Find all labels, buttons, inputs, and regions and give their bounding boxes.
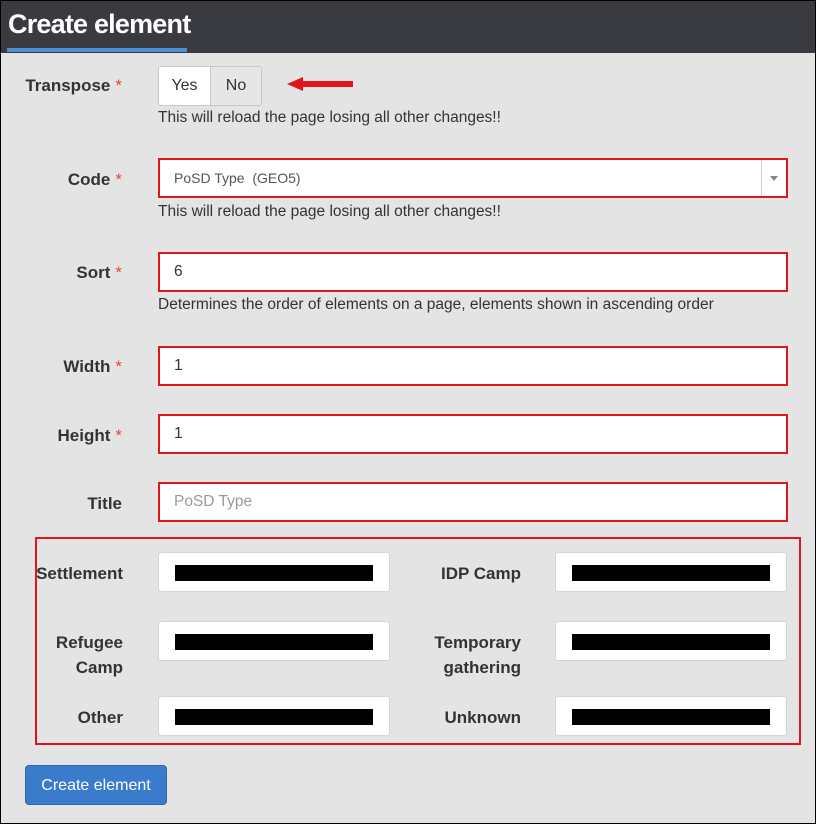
- sort-label: Sort *: [76, 263, 122, 283]
- redacted-value: [175, 565, 373, 581]
- option-input-temporary-gathering[interactable]: [555, 621, 787, 661]
- left-arrow-icon: [287, 77, 353, 91]
- required-marker: *: [115, 170, 122, 189]
- height-input[interactable]: 1: [158, 414, 788, 454]
- code-select[interactable]: PoSD Type (GEO5): [158, 158, 788, 198]
- height-value: 1: [174, 425, 183, 442]
- option-label-line: Refugee: [55, 633, 123, 652]
- height-label: Height *: [57, 426, 122, 446]
- code-label: Code *: [68, 170, 122, 190]
- chevron-down-icon[interactable]: [770, 176, 778, 181]
- transpose-label-text: Transpose: [25, 76, 111, 95]
- code-help: This will reload the page losing all oth…: [158, 203, 501, 220]
- page-header: Create element: [1, 1, 815, 53]
- title-placeholder: PoSD Type: [174, 493, 253, 510]
- transpose-help: This will reload the page losing all oth…: [158, 109, 501, 126]
- sort-help: Determines the order of elements on a pa…: [158, 296, 714, 313]
- required-marker: *: [115, 263, 122, 282]
- redacted-value: [175, 634, 373, 650]
- sort-label-text: Sort: [76, 263, 111, 282]
- option-input-settlement[interactable]: [158, 552, 390, 592]
- sort-value: 6: [174, 263, 183, 280]
- code-select-value: PoSD Type (GEO5): [174, 170, 301, 186]
- redacted-value: [572, 634, 770, 650]
- required-marker: *: [115, 76, 122, 95]
- page-title: Create element: [8, 9, 191, 39]
- option-input-other[interactable]: [158, 696, 390, 736]
- option-label-idp-camp: IDP Camp: [441, 564, 521, 583]
- option-label-temporary-gathering: Temporary gathering: [434, 630, 521, 680]
- transpose-label: Transpose *: [25, 76, 122, 96]
- option-label-line: gathering: [443, 658, 521, 677]
- required-marker: *: [115, 357, 122, 376]
- option-input-idp-camp[interactable]: [555, 552, 787, 592]
- option-label-other: Other: [77, 708, 123, 727]
- width-label-text: Width: [63, 357, 111, 376]
- width-input[interactable]: 1: [158, 346, 788, 386]
- redacted-value: [175, 709, 373, 725]
- create-element-form: Create element Transpose * Yes No This wi…: [0, 0, 816, 824]
- option-label-unknown: Unknown: [444, 708, 522, 727]
- sort-input[interactable]: 6: [158, 252, 788, 292]
- height-label-text: Height: [57, 426, 111, 445]
- title-input[interactable]: PoSD Type: [158, 482, 788, 522]
- width-label: Width *: [63, 357, 122, 377]
- option-input-refugee-camp[interactable]: [158, 621, 390, 661]
- transpose-toggle[interactable]: Yes No: [158, 66, 262, 106]
- create-element-button[interactable]: Create element: [25, 765, 167, 805]
- redacted-value: [572, 709, 770, 725]
- required-marker: *: [115, 426, 122, 445]
- select-divider: [761, 160, 762, 196]
- code-label-text: Code: [67, 170, 111, 189]
- option-label-line: Temporary: [434, 633, 521, 652]
- transpose-no-option[interactable]: No: [210, 67, 261, 105]
- title-underline: [7, 48, 187, 52]
- width-value: 1: [174, 357, 183, 374]
- option-label-settlement: Settlement: [36, 564, 123, 583]
- option-label-refugee-camp: Refugee Camp: [56, 630, 123, 680]
- redacted-value: [572, 565, 770, 581]
- title-label: Title: [87, 494, 122, 513]
- transpose-yes-option[interactable]: Yes: [159, 67, 210, 105]
- option-label-line: Camp: [75, 658, 123, 677]
- option-input-unknown[interactable]: [555, 696, 787, 736]
